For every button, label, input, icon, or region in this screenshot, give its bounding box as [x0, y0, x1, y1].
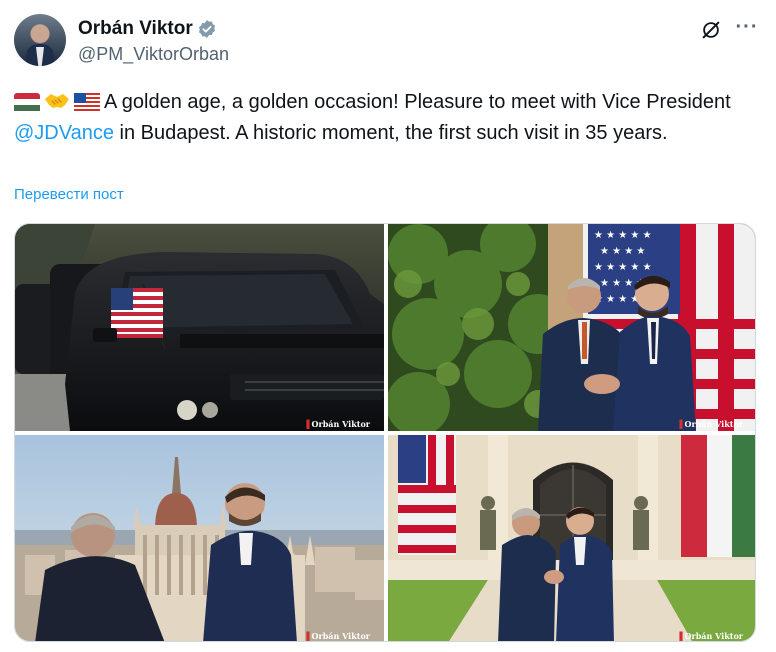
- display-name[interactable]: Orbán Viktor: [78, 18, 193, 40]
- tweet-text: A golden age, a golden occasion! Pleasur…: [14, 87, 762, 149]
- svg-text:★ ★ ★ ★: ★ ★ ★ ★: [600, 246, 645, 257]
- flag-hungary-emoji-icon: [14, 93, 40, 111]
- avatar[interactable]: [14, 14, 66, 66]
- tweet-body-end: in Budapest. A historic moment, the firs…: [113, 122, 668, 144]
- name-row: Orbán Viktor: [78, 18, 217, 40]
- mention-link[interactable]: @JDVance: [14, 122, 114, 144]
- photo-watermark: Orbán Viktor: [676, 419, 743, 429]
- photo-motorcade[interactable]: Orbán Viktor: [15, 224, 384, 431]
- user-handle[interactable]: @PM_ViktorOrban: [78, 44, 229, 65]
- tweet-body-start: A golden age, a golden occasion! Pleasur…: [104, 91, 731, 113]
- photo-watermark: Orbán Viktor: [676, 631, 743, 641]
- photo-watermark: Orbán Viktor: [303, 419, 370, 429]
- photo-parliament-view[interactable]: Orbán Viktor: [15, 435, 384, 641]
- media-grid: Orbán Viktor ★ ★ ★ ★ ★★ ★ ★: [14, 223, 756, 642]
- tweet-header: Orbán Viktor @PM_ViktorOrban ···: [14, 14, 762, 68]
- grok-icon[interactable]: [700, 19, 722, 41]
- handshake-emoji-icon: [45, 94, 69, 108]
- flag-usa-emoji-icon: [74, 93, 100, 111]
- svg-text:★ ★ ★ ★ ★: ★ ★ ★ ★ ★: [594, 230, 652, 241]
- photo-watermark: Orbán Viktor: [303, 631, 370, 641]
- photo-handshake-us-flag[interactable]: ★ ★ ★ ★ ★ ★ ★ ★ ★ ★ ★ ★ ★ ★ ★ ★ ★ ★ ★ ★ ★ ★…: [388, 224, 755, 431]
- verified-badge-icon[interactable]: [197, 19, 217, 39]
- photo-handshake-flags-guards[interactable]: Orbán Viktor: [388, 435, 755, 641]
- svg-text:★ ★ ★ ★ ★: ★ ★ ★ ★ ★: [594, 262, 652, 273]
- translate-post-link[interactable]: Перевести пост: [14, 186, 124, 203]
- more-options-icon[interactable]: ···: [734, 16, 760, 42]
